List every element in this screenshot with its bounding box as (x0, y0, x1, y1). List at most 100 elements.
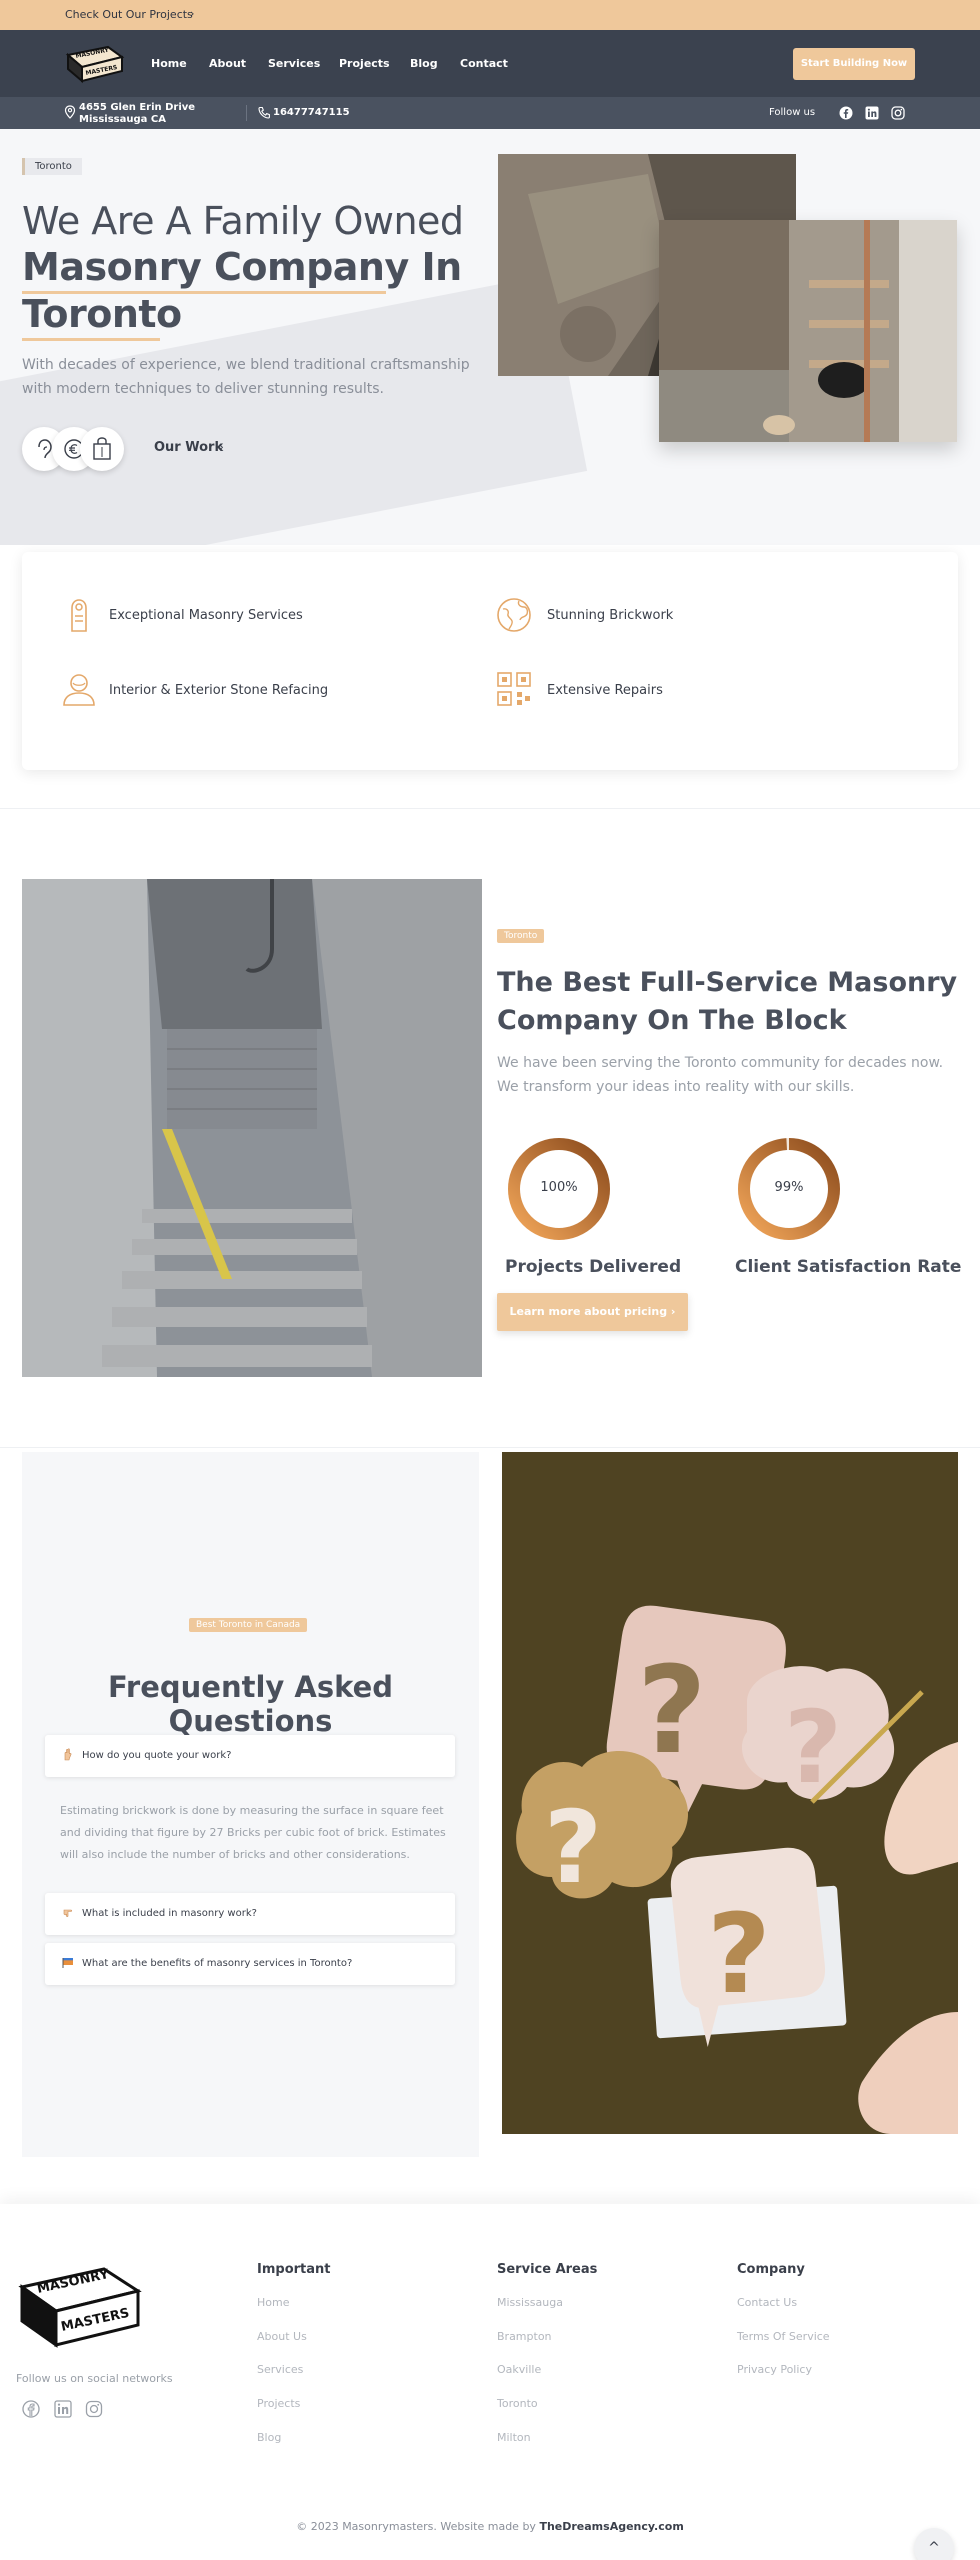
chevron-right-icon[interactable]: › (190, 7, 194, 20)
divider (246, 105, 247, 121)
logo[interactable]: MASONRY MASTERS (64, 43, 126, 85)
hero-section: Toronto We Are A Family Owned Masonry Co… (0, 129, 980, 545)
faq-panel: Best Toronto in Canada Frequently Asked … (22, 1452, 479, 2157)
footer-heading: Company (737, 2262, 805, 2277)
stat-value: 100% (540, 1180, 578, 1195)
faq-answer-line: will also include the number of bricks a… (60, 1848, 410, 1861)
shopping-bag-icon (93, 437, 111, 460)
about-description-line-2: We transform your ideas into reality wit… (497, 1079, 855, 1095)
question-mark: ? (544, 1789, 602, 1906)
footer-link[interactable]: Blog (257, 2431, 281, 2444)
globe-icon (497, 598, 531, 632)
facebook-icon[interactable] (22, 2400, 40, 2418)
faq-question[interactable]: What is included in masonry work? (45, 1893, 455, 1935)
faq-title: Frequently Asked Questions (107, 1670, 394, 1738)
stat-value: 99% (774, 1180, 804, 1195)
footer-heading: Service Areas (497, 2262, 598, 2277)
footer-link[interactable]: Mississauga (497, 2296, 563, 2309)
user-outline-icon (63, 674, 95, 706)
hero-title-line-1: We Are A Family Owned (22, 199, 464, 243)
footer-heading: Important (257, 2262, 331, 2277)
about-description-line-1: We have been serving the Toronto communi… (497, 1055, 944, 1071)
chevron-right-icon[interactable]: › (219, 440, 224, 454)
qr-code-icon (497, 672, 531, 706)
address-line-2: Mississauga CA (79, 114, 166, 125)
promo-bar: Check Out Our Projects › (0, 0, 980, 30)
instagram-icon[interactable] (891, 106, 905, 120)
feature-label: Extensive Repairs (547, 683, 663, 698)
faq-answer-line: and dividing that figure by 27 Bricks pe… (60, 1826, 446, 1839)
instagram-icon[interactable] (85, 2400, 103, 2418)
footer-link[interactable]: About Us (257, 2330, 307, 2343)
footer-link[interactable]: Privacy Policy (737, 2363, 812, 2376)
faq-badge: Best Toronto in Canada (189, 1618, 308, 1632)
stat-label: Projects Delivered (505, 1257, 682, 1277)
question-mark: ? (637, 1642, 707, 1781)
footer-link[interactable]: Services (257, 2363, 303, 2376)
faq-question-marks-photo: ? ? ? ? (502, 1452, 958, 2134)
faq-question[interactable]: What are the benefits of masonry service… (45, 1943, 455, 1985)
hero-title-line-2: Masonry Company In (22, 245, 462, 289)
stat-label: Client Satisfaction Rate (735, 1257, 962, 1277)
learn-pricing-button[interactable]: Learn more about pricing › (497, 1293, 688, 1331)
copyright-text: © 2023 Masonrymasters. Website made by (296, 2520, 540, 2533)
features-card: Exceptional Masonry Services Stunning Br… (22, 552, 958, 770)
footer-link[interactable]: Contact Us (737, 2296, 797, 2309)
hero-title-line-3: Toronto (22, 292, 182, 336)
footer-link[interactable]: Projects (257, 2397, 300, 2410)
follow-us-label: Follow us (769, 107, 816, 118)
nav-home[interactable]: Home (151, 57, 187, 70)
phone-icon (258, 106, 270, 119)
door-hanger-icon (71, 599, 87, 632)
faq-question[interactable]: How do you quote your work? (45, 1735, 455, 1777)
linkedin-icon[interactable] (54, 2400, 72, 2418)
hero-description-line-2: with modern techniques to deliver stunni… (22, 381, 384, 397)
feature-label: Exceptional Masonry Services (109, 608, 303, 623)
stairway-photo (22, 879, 482, 1377)
stairway-image (22, 879, 482, 1377)
question-mark: ? (707, 1890, 771, 2018)
faq-question-text: How do you quote your work? (82, 1750, 232, 1761)
footer-link[interactable]: Home (257, 2296, 289, 2309)
feature-label: Interior & Exterior Stone Refacing (109, 683, 329, 698)
feature-label: Stunning Brickwork (547, 608, 674, 623)
map-pin-icon (64, 105, 76, 119)
footer-link[interactable]: Oakville (497, 2363, 541, 2376)
question-mark: ? (784, 1689, 842, 1806)
about-title-line-1: The Best Full-Service Masonry (497, 967, 958, 998)
copyright: © 2023 Masonrymasters. Website made by T… (0, 2520, 980, 2533)
info-bar: 4655 Glen Erin Drive Mississauga CA 1647… (0, 97, 980, 129)
flag-icon (62, 1958, 73, 1968)
promo-link[interactable]: Check Out Our Projects (65, 8, 193, 21)
start-building-button[interactable]: Start Building Now (793, 48, 915, 80)
shopping-bag-icon-button[interactable] (80, 427, 124, 471)
nav-blog[interactable]: Blog (410, 57, 438, 70)
phone-number[interactable]: 16477747115 (273, 107, 350, 118)
hand-icon (64, 1748, 72, 1761)
about-title-line-2: Company On The Block (497, 1005, 847, 1036)
nav-about[interactable]: About (209, 57, 246, 70)
faq-question-text: What are the benefits of masonry service… (82, 1958, 353, 1969)
faq-question-text: What is included in masonry work? (82, 1908, 257, 1919)
linkedin-icon[interactable] (865, 106, 879, 120)
about-section: Toronto The Best Full-Service Masonry Co… (0, 808, 980, 1448)
footer-link[interactable]: Toronto (497, 2397, 538, 2410)
scroll-to-top-button[interactable]: ^ (914, 2528, 954, 2560)
main-nav: MASONRY MASTERS Home About Services Proj… (0, 30, 980, 97)
address-line-1: 4655 Glen Erin Drive (79, 102, 196, 113)
footer-logo[interactable]: MASONRY MASTERS (16, 2259, 146, 2355)
location-badge: Toronto (497, 929, 545, 943)
point-icon (63, 1909, 73, 1918)
agency-link[interactable]: TheDreamsAgency.com (539, 2520, 683, 2533)
footer-link[interactable]: Brampton (497, 2330, 552, 2343)
hero-photo-renovation (659, 220, 957, 442)
nav-contact[interactable]: Contact (460, 57, 508, 70)
hero-description-line-1: With decades of experience, we blend tra… (22, 357, 470, 373)
nav-projects[interactable]: Projects (339, 57, 390, 70)
footer-link[interactable]: Milton (497, 2431, 531, 2444)
footer-link[interactable]: Terms Of Service (737, 2330, 830, 2343)
our-work-link[interactable]: Our Work (154, 440, 223, 455)
faq-answer-line: Estimating brickwork is done by measurin… (60, 1804, 444, 1817)
facebook-icon[interactable] (839, 106, 853, 120)
nav-services[interactable]: Services (268, 57, 320, 70)
